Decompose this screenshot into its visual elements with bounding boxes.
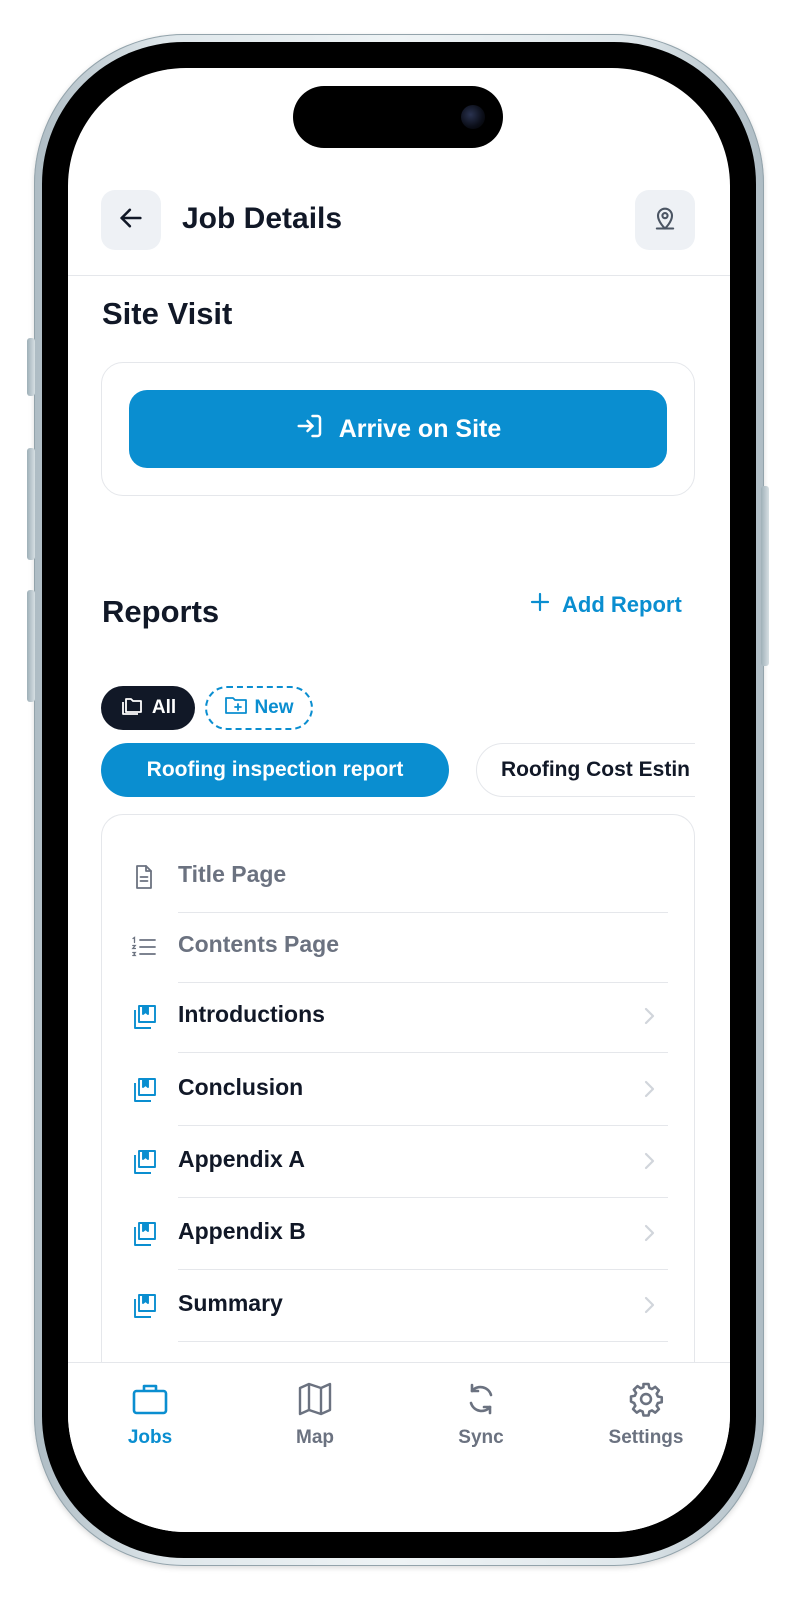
section-label: Appendix B [178,1218,306,1244]
nav-label: Sync [458,1427,504,1448]
location-button[interactable] [635,190,695,250]
chevron-right-icon [642,1222,656,1249]
divider [178,1051,668,1053]
volume-up-button [27,448,35,560]
section-row-appendix-b[interactable]: Appendix B [102,1198,696,1270]
add-report-label: Add Report [562,592,682,617]
filter-chip-label: All [151,697,177,718]
book-copy-icon [130,1220,158,1248]
section-row-conclusion[interactable]: Conclusion [102,1054,696,1126]
chevron-right-icon [642,1150,656,1177]
report-sections-list: Title Page Contents Page Introductions C… [101,814,695,1454]
book-copy-icon [130,1003,158,1031]
app-screen: Job Details Site Visit Arrive on Site Re… [68,68,730,1532]
numbered-list-icon [130,933,158,961]
site-visit-title: Site Visit [102,296,233,331]
arrive-on-site-button[interactable]: Arrive on Site [129,390,667,468]
section-row-introductions[interactable]: Introductions [102,981,696,1053]
section-label: Conclusion [178,1074,304,1100]
page-title: Job Details [182,202,343,235]
nav-tab-map[interactable]: Map [255,1381,375,1449]
document-icon [130,863,158,891]
briefcase-icon [131,1381,169,1423]
reports-title: Reports [102,594,220,629]
nav-tab-settings[interactable]: Settings [586,1381,706,1449]
section-row-title-page[interactable]: Title Page [102,841,696,913]
map-icon [297,1381,333,1423]
section-label: Appendix A [178,1146,305,1172]
gear-icon [628,1381,664,1423]
report-tab-roofing-cost-estimate[interactable]: Roofing Cost Estin [476,743,695,797]
section-label: Contents Page [178,931,340,957]
book-copy-icon [130,1292,158,1320]
app-header: Job Details [68,188,730,276]
map-pin-icon [651,204,679,237]
nav-tab-sync[interactable]: Sync [421,1381,541,1449]
filter-chip-label: New [254,697,294,718]
divider [178,1340,668,1342]
book-copy-icon [130,1076,158,1104]
action-button [27,338,35,396]
dynamic-island [293,86,503,148]
front-camera [461,105,485,129]
arrive-button-label: Arrive on Site [338,414,502,443]
add-report-button[interactable]: Add Report [528,590,682,620]
section-label: Introductions [178,1001,325,1027]
nav-label: Map [296,1427,334,1448]
back-button[interactable] [101,190,161,250]
sign-in-icon [295,411,325,448]
chevron-right-icon [642,1005,656,1032]
section-row-contents-page[interactable]: Contents Page [102,911,696,983]
nav-tab-jobs[interactable]: Jobs [90,1381,210,1449]
sync-icon [463,1381,499,1423]
arrow-left-icon [117,204,145,237]
filter-chip-all[interactable]: All [101,686,195,730]
chevron-right-icon [642,1078,656,1105]
nav-label: Jobs [127,1427,173,1448]
report-tab-roofing-inspection[interactable]: Roofing inspection report [101,743,449,797]
folders-icon [120,694,144,722]
filter-chip-new[interactable]: New [205,686,313,730]
section-row-appendix-a[interactable]: Appendix A [102,1126,696,1198]
power-button [761,486,769,666]
chevron-right-icon [642,1294,656,1321]
site-visit-card: Arrive on Site [101,362,695,496]
section-label: Summary [178,1290,283,1316]
section-label: Title Page [178,861,287,887]
nav-label: Settings [608,1427,684,1448]
plus-icon [528,590,552,620]
section-row-summary[interactable]: Summary [102,1270,696,1342]
bottom-tab-bar: Jobs Map Sync Settings [68,1362,730,1532]
volume-down-button [27,590,35,702]
report-tabs: Roofing inspection report Roofing Cost E… [101,743,695,797]
book-copy-icon [130,1148,158,1176]
folder-plus-icon [224,694,248,722]
